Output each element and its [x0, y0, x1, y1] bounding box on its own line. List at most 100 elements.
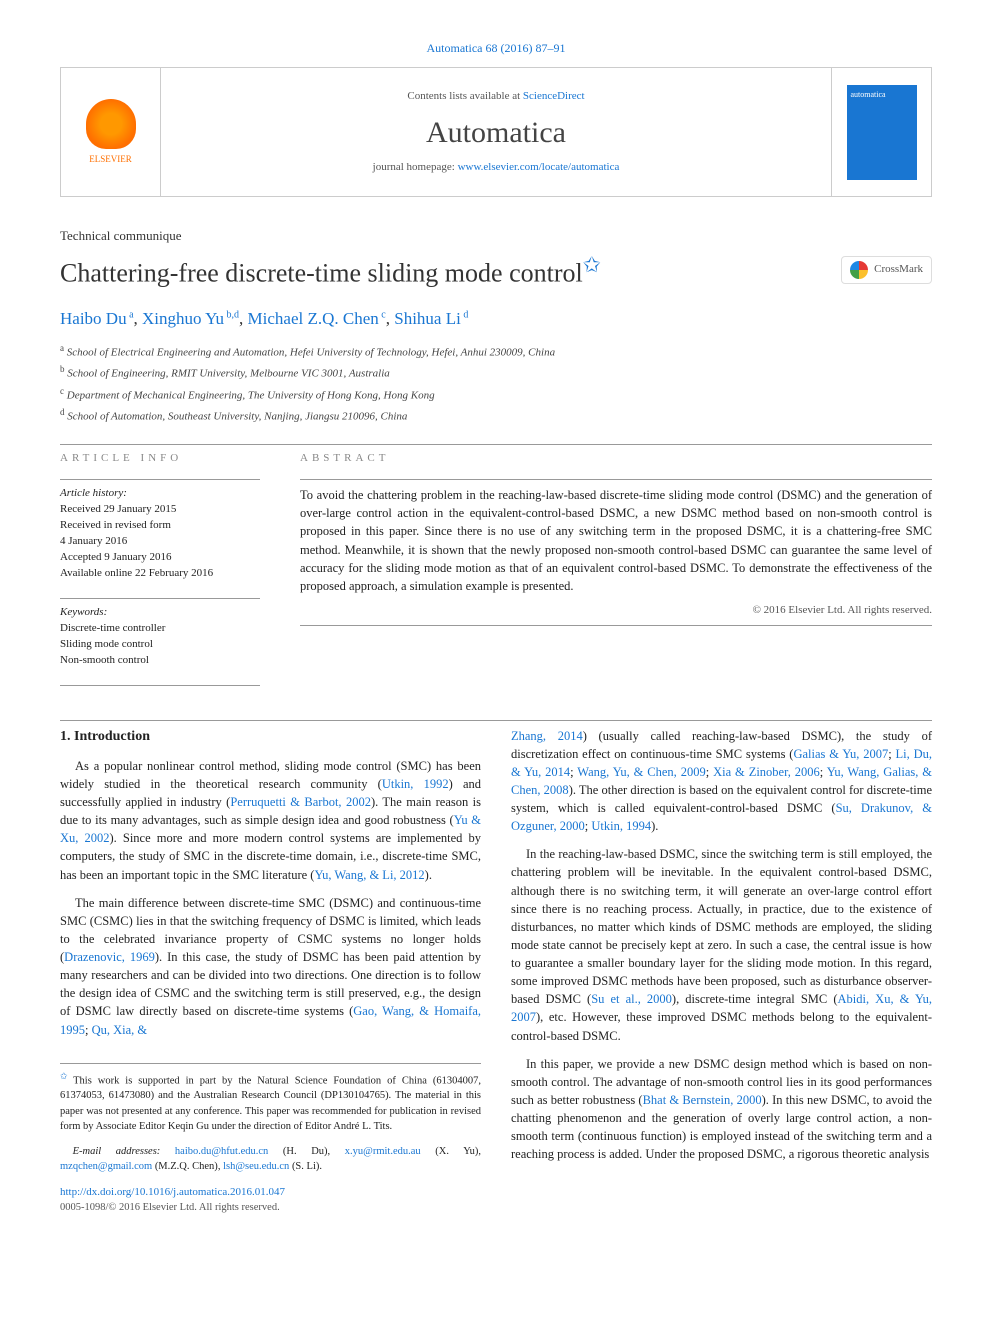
- cover-cell: automatica: [831, 68, 931, 196]
- divider: [60, 444, 932, 445]
- author: Michael Z.Q. Chen c: [248, 309, 386, 328]
- abstract-label: ABSTRACT: [300, 451, 932, 467]
- publisher-logo-cell: ELSEVIER: [61, 68, 161, 196]
- author-email-link[interactable]: lsh@seu.edu.cn: [223, 1161, 289, 1172]
- affiliation: d School of Automation, Southeast Univer…: [60, 405, 932, 426]
- citation: Automatica 68 (2016) 87–91: [60, 40, 932, 57]
- affiliation: c Department of Mechanical Engineering, …: [60, 384, 932, 405]
- abstract: ABSTRACT To avoid the chattering problem…: [300, 451, 932, 691]
- citation-link[interactable]: Yu, Wang, & Li, 2012: [314, 868, 424, 882]
- history-line: Available online 22 February 2016: [60, 566, 260, 582]
- citation-link[interactable]: Yu & Xu, 2002: [60, 813, 481, 845]
- citation-link[interactable]: Abidi, Xu, & Yu, 2007: [511, 992, 932, 1024]
- author-name-link[interactable]: Michael Z.Q. Chen: [248, 309, 379, 328]
- crossmark-icon: [850, 261, 868, 279]
- citation-link[interactable]: Bhat & Bernstein, 2000: [643, 1093, 762, 1107]
- citation-link[interactable]: Zhang, 2014: [511, 729, 583, 743]
- body-paragraph: In this paper, we provide a new DSMC des…: [511, 1055, 932, 1164]
- author-affil-marker[interactable]: d: [461, 309, 469, 320]
- crossmark-label: CrossMark: [874, 262, 923, 278]
- author-affil-marker[interactable]: c: [379, 309, 386, 320]
- history-line: 4 January 2016: [60, 534, 260, 550]
- author-name-link[interactable]: Haibo Du: [60, 309, 127, 328]
- divider: [300, 479, 932, 480]
- article-info: ARTICLE INFO Article history: Received 2…: [60, 451, 260, 691]
- journal-cover-thumb[interactable]: automatica: [847, 85, 917, 180]
- citation-link[interactable]: Su, Drakunov, & Ozguner, 2000: [511, 801, 932, 833]
- article-title-text: Chattering-free discrete-time sliding mo…: [60, 259, 583, 288]
- author-list: Haibo Du a, Xinghuo Yu b,d, Michael Z.Q.…: [60, 307, 932, 332]
- divider: [60, 598, 260, 599]
- citation-link[interactable]: Utkin, 1994: [591, 819, 651, 833]
- email-label: E-mail addresses:: [73, 1146, 175, 1157]
- affiliation: a School of Electrical Engineering and A…: [60, 341, 932, 362]
- article-info-label: ARTICLE INFO: [60, 451, 260, 467]
- citation-link[interactable]: Su et al., 2000: [591, 992, 672, 1006]
- journal-header: ELSEVIER Contents lists available at Sci…: [60, 67, 932, 197]
- article-title: Chattering-free discrete-time sliding mo…: [60, 250, 601, 292]
- article-type: Technical communique: [60, 227, 932, 246]
- crossmark-badge[interactable]: CrossMark: [841, 256, 932, 284]
- author: Shihua Li d: [394, 309, 468, 328]
- author-affil-marker[interactable]: b,d: [224, 309, 239, 320]
- citation-link[interactable]: Galias & Yu, 2007: [793, 747, 888, 761]
- footnote-block: ✩ This work is supported in part by the …: [60, 1070, 481, 1175]
- history-line: Received 29 January 2015: [60, 502, 260, 518]
- author-name-link[interactable]: Shihua Li: [394, 309, 461, 328]
- abstract-copyright: © 2016 Elsevier Ltd. All rights reserved…: [300, 603, 932, 619]
- divider: [60, 720, 932, 721]
- body-paragraph: The main difference between discrete-tim…: [60, 894, 481, 1039]
- citation-link[interactable]: Utkin, 1992: [382, 777, 449, 791]
- abstract-text: To avoid the chattering problem in the r…: [300, 486, 932, 595]
- funding-note: This work is supported in part by the Na…: [60, 1075, 481, 1132]
- keyword: Discrete-time controller: [60, 621, 260, 637]
- author: Xinghuo Yu b,d: [142, 309, 239, 328]
- author: Haibo Du a: [60, 309, 134, 328]
- history-label: Article history:: [60, 486, 260, 502]
- author-email-link[interactable]: mzqchen@gmail.com: [60, 1161, 152, 1172]
- history-line: Accepted 9 January 2016: [60, 550, 260, 566]
- publisher-label: ELSEVIER: [89, 153, 132, 166]
- history-line: Received in revised form: [60, 518, 260, 534]
- footnote-separator: [60, 1063, 481, 1064]
- body-columns: 1. Introduction As a popular nonlinear c…: [60, 727, 932, 1216]
- citation-link[interactable]: Wang, Yu, & Chen, 2009: [577, 765, 705, 779]
- affiliation-list: a School of Electrical Engineering and A…: [60, 341, 932, 426]
- title-footnote-marker[interactable]: ✩: [583, 253, 601, 277]
- journal-name: Automatica: [426, 111, 566, 155]
- body-paragraph: In the reaching-law-based DSMC, since th…: [511, 845, 932, 1044]
- article-history: Article history: Received 29 January 201…: [60, 486, 260, 582]
- keywords-block: Keywords: Discrete-time controllerSlidin…: [60, 605, 260, 669]
- header-center: Contents lists available at ScienceDirec…: [161, 68, 831, 196]
- issn-copyright: 0005-1098/© 2016 Elsevier Ltd. All right…: [60, 1200, 481, 1215]
- funding-marker: ✩: [60, 1071, 67, 1081]
- section-heading: 1. Introduction: [60, 727, 481, 747]
- keywords-label: Keywords:: [60, 605, 260, 621]
- keyword: Non-smooth control: [60, 653, 260, 669]
- left-column: 1. Introduction As a popular nonlinear c…: [60, 727, 481, 1216]
- citation-link[interactable]: Qu, Xia, &: [92, 1023, 148, 1037]
- elsevier-logo[interactable]: ELSEVIER: [86, 99, 136, 166]
- divider: [60, 479, 260, 480]
- homepage-line: journal homepage: www.elsevier.com/locat…: [373, 160, 620, 176]
- author-affil-marker[interactable]: a: [127, 309, 134, 320]
- body-paragraph: As a popular nonlinear control method, s…: [60, 757, 481, 884]
- journal-homepage-link[interactable]: www.elsevier.com/locate/automatica: [458, 161, 620, 173]
- sciencedirect-link[interactable]: ScienceDirect: [523, 90, 585, 102]
- citation-link[interactable]: Perruquetti & Barbot, 2002: [230, 795, 371, 809]
- contents-prefix: Contents lists available at: [407, 90, 522, 102]
- citation-link[interactable]: Xia & Zinober, 2006: [713, 765, 820, 779]
- citation-link[interactable]: Drazenovic, 1969: [64, 950, 155, 964]
- author-email-link[interactable]: x.yu@rmit.edu.au: [345, 1146, 421, 1157]
- body-paragraph: Zhang, 2014) (usually called reaching-la…: [511, 727, 932, 836]
- elsevier-tree-icon: [86, 99, 136, 149]
- right-column: Zhang, 2014) (usually called reaching-la…: [511, 727, 932, 1216]
- contents-line: Contents lists available at ScienceDirec…: [407, 89, 584, 105]
- author-email-link[interactable]: haibo.du@hfut.edu.cn: [175, 1146, 268, 1157]
- doi-link[interactable]: http://dx.doi.org/10.1016/j.automatica.2…: [60, 1186, 285, 1198]
- divider: [300, 625, 932, 626]
- author-name-link[interactable]: Xinghuo Yu: [142, 309, 224, 328]
- doi-line: http://dx.doi.org/10.1016/j.automatica.2…: [60, 1185, 481, 1201]
- affiliation: b School of Engineering, RMIT University…: [60, 362, 932, 383]
- divider: [60, 685, 260, 686]
